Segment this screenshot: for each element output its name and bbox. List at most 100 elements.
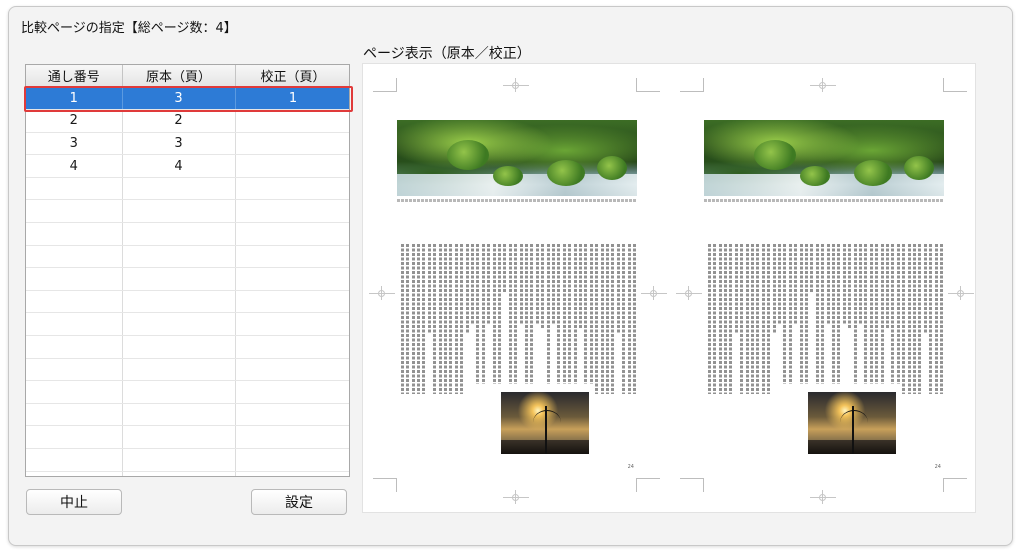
- cancel-button[interactable]: 中止: [26, 489, 122, 515]
- empty-cell[interactable]: [122, 335, 236, 359]
- text-column: [503, 244, 507, 292]
- cell-original[interactable]: 3: [122, 87, 236, 111]
- text-column: [606, 244, 609, 394]
- empty-cell[interactable]: [26, 177, 123, 201]
- text-column: [584, 244, 588, 384]
- sunset-photo-tree: [840, 406, 880, 454]
- empty-cell[interactable]: [122, 222, 236, 246]
- table-row-empty[interactable]: [26, 448, 349, 472]
- empty-cell[interactable]: [235, 267, 349, 291]
- table-row[interactable]: 131: [26, 87, 349, 111]
- table-row[interactable]: 33: [26, 132, 349, 156]
- text-column: [406, 244, 410, 394]
- registration-mark-circle: [819, 82, 826, 89]
- empty-cell[interactable]: [122, 290, 236, 314]
- text-column: [718, 244, 722, 394]
- empty-cell[interactable]: [26, 380, 123, 404]
- text-column: [498, 244, 501, 384]
- empty-cell[interactable]: [235, 245, 349, 269]
- empty-cell[interactable]: [26, 245, 123, 269]
- empty-cell[interactable]: [26, 403, 123, 427]
- cell-serial[interactable]: 3: [26, 132, 123, 156]
- empty-cell[interactable]: [122, 425, 236, 449]
- empty-cell[interactable]: [235, 199, 349, 224]
- set-button[interactable]: 設定: [251, 489, 347, 515]
- table-row-empty[interactable]: [26, 245, 349, 269]
- text-column: [622, 244, 626, 394]
- empty-cell[interactable]: [235, 358, 349, 382]
- empty-cell[interactable]: [235, 380, 349, 404]
- empty-cell[interactable]: [235, 177, 349, 201]
- empty-cell[interactable]: [235, 290, 349, 314]
- text-column: [896, 244, 900, 384]
- cell-original[interactable]: 4: [122, 154, 236, 178]
- page-preview: 24 24: [362, 63, 976, 513]
- cell-serial[interactable]: 1: [26, 87, 123, 111]
- table-row-empty[interactable]: [26, 358, 349, 382]
- empty-cell[interactable]: [235, 403, 349, 427]
- empty-cell[interactable]: [26, 448, 123, 472]
- registration-mark-circle: [378, 290, 385, 297]
- empty-cell[interactable]: [122, 312, 236, 337]
- empty-cell[interactable]: [122, 199, 236, 224]
- empty-cell[interactable]: [235, 471, 349, 476]
- empty-cell[interactable]: [235, 425, 349, 449]
- empty-cell[interactable]: [122, 358, 236, 382]
- table-row-empty[interactable]: [26, 290, 349, 314]
- table-row-empty[interactable]: [26, 267, 349, 291]
- cell-serial[interactable]: 4: [26, 154, 123, 178]
- cell-original[interactable]: 3: [122, 132, 236, 156]
- empty-cell[interactable]: [122, 380, 236, 404]
- text-column: [788, 244, 792, 384]
- text-column: [794, 244, 798, 324]
- empty-cell[interactable]: [122, 177, 236, 201]
- empty-cell[interactable]: [26, 312, 123, 337]
- empty-cell[interactable]: [26, 471, 123, 476]
- text-column: [929, 244, 933, 394]
- table-row-empty[interactable]: [26, 403, 349, 427]
- empty-cell[interactable]: [122, 267, 236, 291]
- table-row-empty[interactable]: [26, 199, 349, 224]
- empty-cell[interactable]: [235, 335, 349, 359]
- empty-cell[interactable]: [122, 245, 236, 269]
- empty-cell[interactable]: [26, 199, 123, 224]
- text-column: [568, 244, 572, 384]
- text-column: [627, 244, 631, 394]
- text-column: [460, 244, 464, 394]
- forest-photo-foliage: [904, 156, 934, 180]
- cell-proof[interactable]: [235, 154, 349, 178]
- empty-cell[interactable]: [235, 312, 349, 337]
- table-row-empty[interactable]: [26, 222, 349, 246]
- cell-proof[interactable]: [235, 109, 349, 133]
- empty-cell[interactable]: [235, 448, 349, 472]
- column-header-serial[interactable]: 通し番号: [26, 65, 123, 88]
- text-column: [438, 244, 442, 394]
- table-row-empty[interactable]: [26, 425, 349, 449]
- empty-cell[interactable]: [26, 358, 123, 382]
- column-header-original[interactable]: 原本（頁）: [122, 65, 236, 88]
- table-row[interactable]: 22: [26, 109, 349, 133]
- empty-cell[interactable]: [26, 425, 123, 449]
- empty-cell[interactable]: [122, 471, 236, 476]
- table-row[interactable]: 44: [26, 154, 349, 178]
- cell-original[interactable]: 2: [122, 109, 236, 133]
- page-mapping-table: 通し番号 原本（頁） 校正（頁） 131223344: [26, 65, 349, 476]
- cell-proof[interactable]: [235, 132, 349, 156]
- cell-serial[interactable]: 2: [26, 109, 123, 133]
- table-row-empty[interactable]: [26, 312, 349, 337]
- text-column: [579, 244, 582, 328]
- empty-cell[interactable]: [122, 403, 236, 427]
- column-header-proof[interactable]: 校正（頁）: [235, 65, 349, 88]
- text-column: [756, 244, 760, 394]
- table-row-empty[interactable]: [26, 335, 349, 359]
- empty-cell[interactable]: [26, 267, 123, 291]
- empty-cell[interactable]: [122, 448, 236, 472]
- cell-proof[interactable]: 1: [235, 87, 349, 111]
- empty-cell[interactable]: [26, 290, 123, 314]
- empty-cell[interactable]: [235, 222, 349, 246]
- empty-cell[interactable]: [26, 335, 123, 359]
- empty-cell[interactable]: [26, 222, 123, 246]
- table-row-empty[interactable]: [26, 471, 349, 476]
- table-row-empty[interactable]: [26, 380, 349, 404]
- table-row-empty[interactable]: [26, 177, 349, 201]
